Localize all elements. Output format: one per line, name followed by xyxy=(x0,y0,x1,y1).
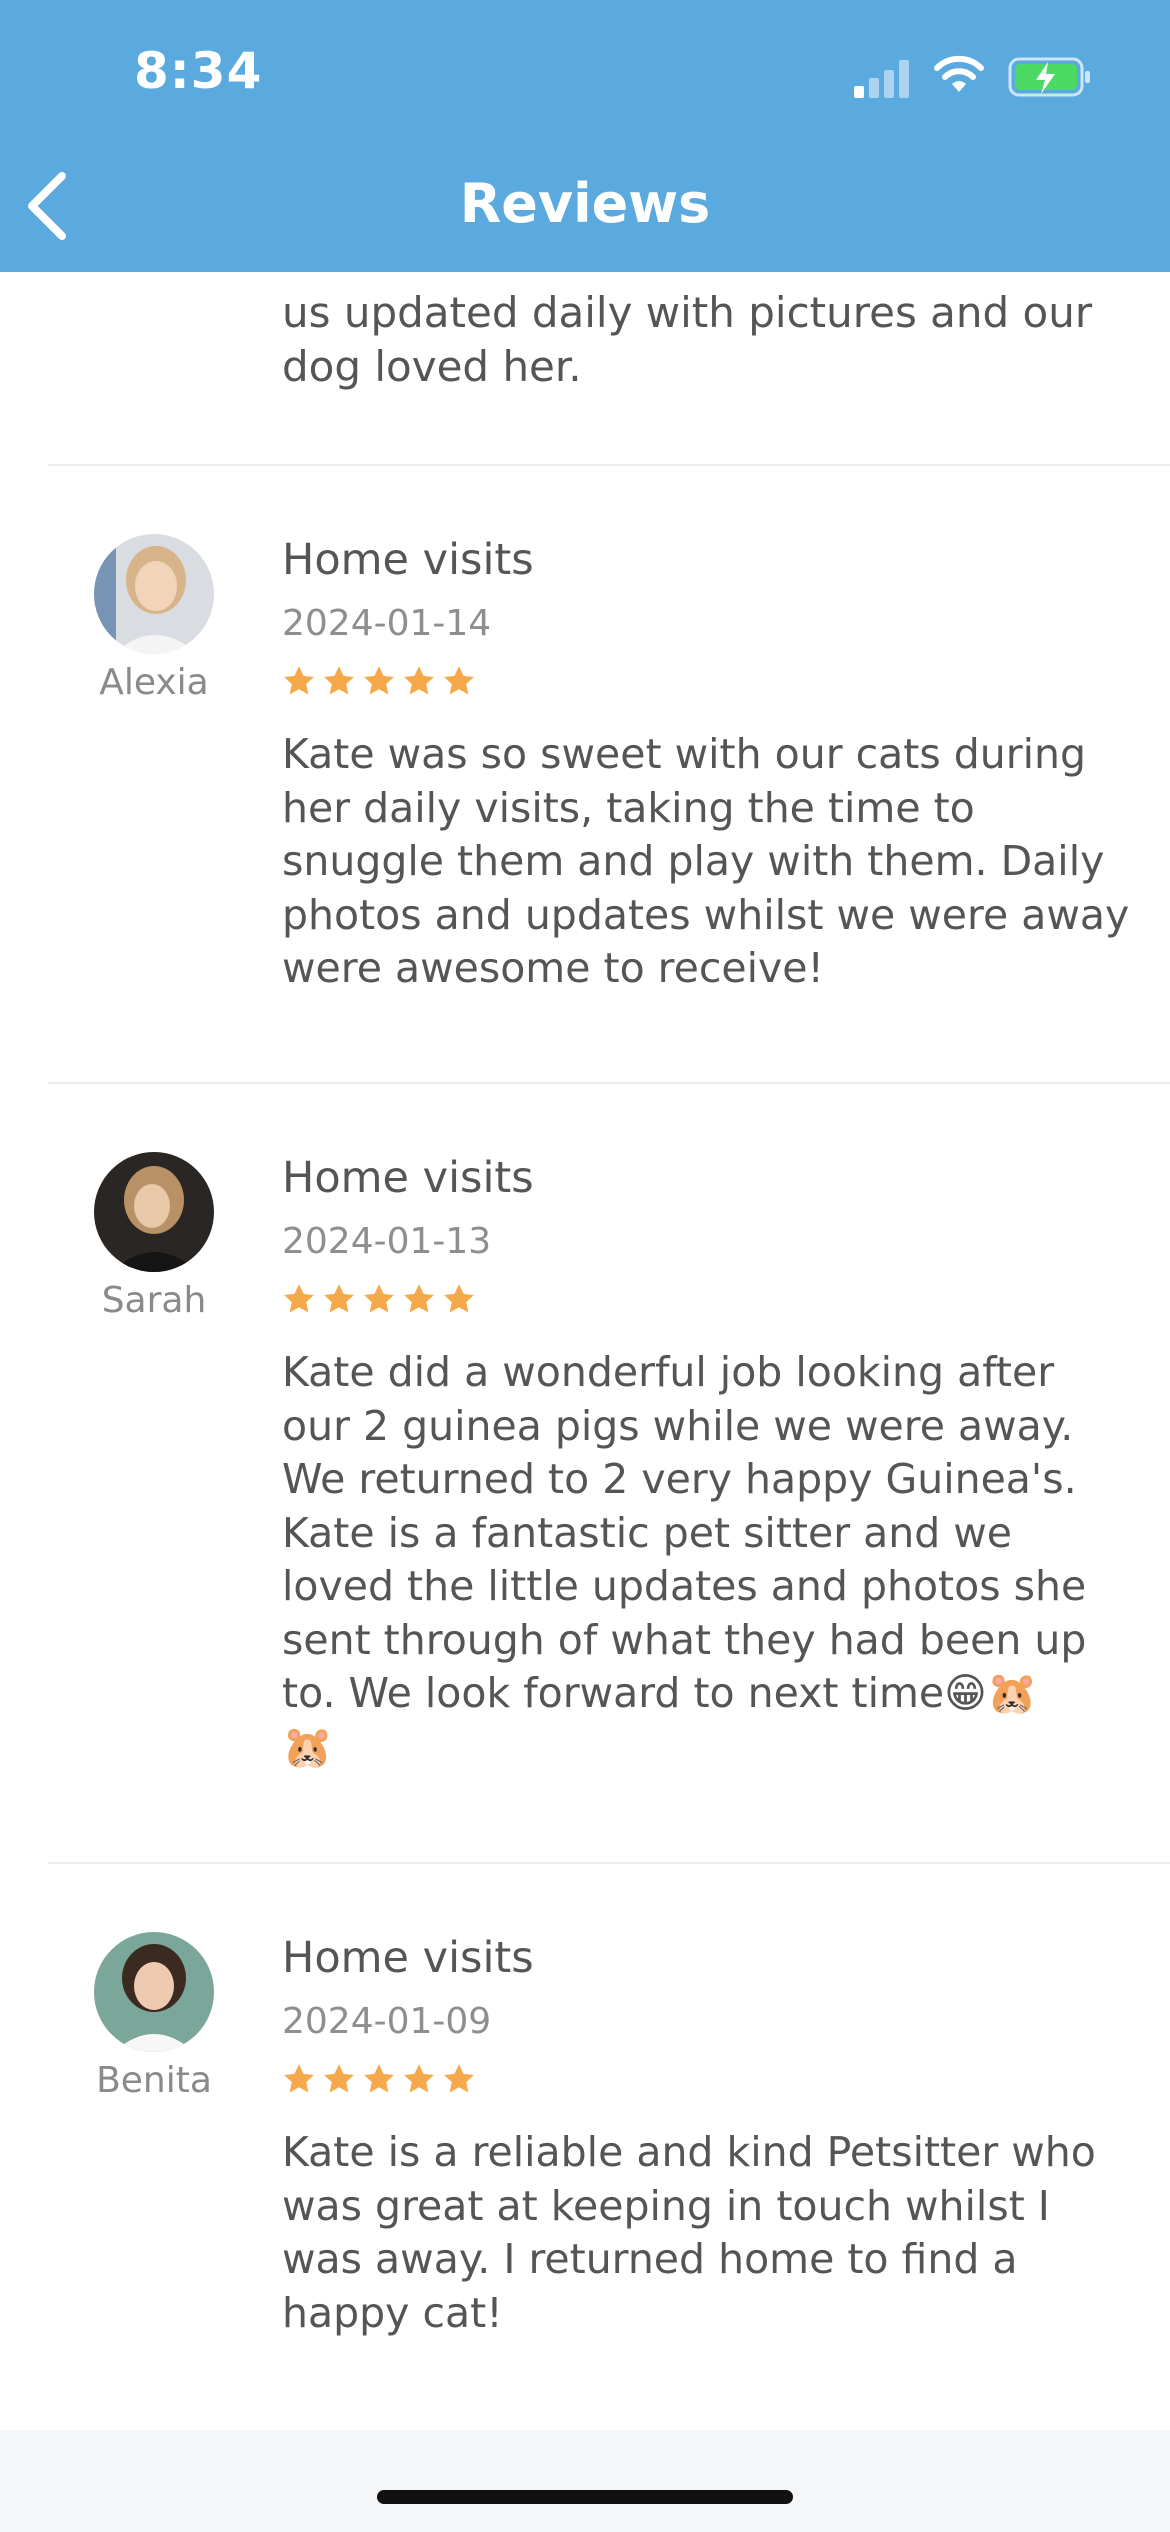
page-title: Reviews xyxy=(459,172,711,235)
star-icon xyxy=(284,1284,314,1313)
service-type: Home visits xyxy=(282,535,534,585)
partial-review-text: us updated daily with pictures and our d… xyxy=(282,272,1122,394)
divider xyxy=(48,1082,1170,1084)
star-icon xyxy=(324,2064,354,2093)
star-icon xyxy=(444,1284,474,1313)
review-body: Home visits 2024-01-14 Kate was so sweet… xyxy=(282,534,1132,996)
service-type: Home visits xyxy=(282,1933,534,1983)
star-icon xyxy=(404,1284,434,1313)
reviewer-name: Benita xyxy=(96,2060,212,2101)
home-indicator[interactable] xyxy=(377,2490,793,2504)
star-rating xyxy=(282,664,1132,704)
star-icon xyxy=(444,2064,474,2093)
star-icon xyxy=(324,1284,354,1313)
star-icon xyxy=(444,666,474,695)
star-rating xyxy=(282,1282,1132,1322)
service-type: Home visits xyxy=(282,1153,534,1203)
reviewer-name: Sarah xyxy=(101,1280,207,1321)
star-icon xyxy=(364,2064,394,2093)
divider xyxy=(48,464,1170,466)
review-body: Home visits 2024-01-13 Kate did a wonder… xyxy=(282,1152,1132,1774)
divider xyxy=(48,1862,1170,1864)
review-text: Kate is a reliable and kind Petsitter wh… xyxy=(282,2128,1096,2337)
avatar-image xyxy=(94,1152,214,1272)
avatar[interactable] xyxy=(94,534,214,654)
review-date: 2024-01-14 xyxy=(282,603,492,644)
reviewer-name: Alexia xyxy=(99,662,209,703)
avatar[interactable] xyxy=(94,1932,214,2052)
bottom-safe-area xyxy=(0,2430,1170,2532)
reviews-list[interactable]: us updated daily with pictures and our d… xyxy=(0,272,1170,2430)
review-date: 2024-01-13 xyxy=(282,1221,492,1262)
star-icon xyxy=(364,1284,394,1313)
wifi-icon xyxy=(934,55,984,92)
review-text: Kate did a wonderful job looking after o… xyxy=(282,1348,1087,1771)
avatar-image xyxy=(94,1932,214,2052)
star-icon xyxy=(284,666,314,695)
battery-charging-icon xyxy=(1008,57,1090,97)
review-text-line: dog loved her. xyxy=(282,342,582,391)
star-icon xyxy=(404,2064,434,2093)
star-icon xyxy=(404,666,434,695)
status-time: 8:34 xyxy=(134,42,263,100)
review-body: Home visits 2024-01-09 Kate is a reliabl… xyxy=(282,1932,1132,2340)
star-icon xyxy=(284,2064,314,2093)
star-rating xyxy=(282,2062,1132,2102)
nav-header: 8:34 Reviews xyxy=(0,0,1170,272)
review-date: 2024-01-09 xyxy=(282,2001,492,2042)
review-text: Kate was so sweet with our cats during h… xyxy=(282,730,1130,992)
star-icon xyxy=(324,666,354,695)
star-icon xyxy=(364,666,394,695)
avatar-image xyxy=(94,534,214,654)
cellular-signal-icon xyxy=(854,58,914,98)
review-text-line: us updated daily with pictures and our xyxy=(282,288,1093,337)
avatar[interactable] xyxy=(94,1152,214,1272)
